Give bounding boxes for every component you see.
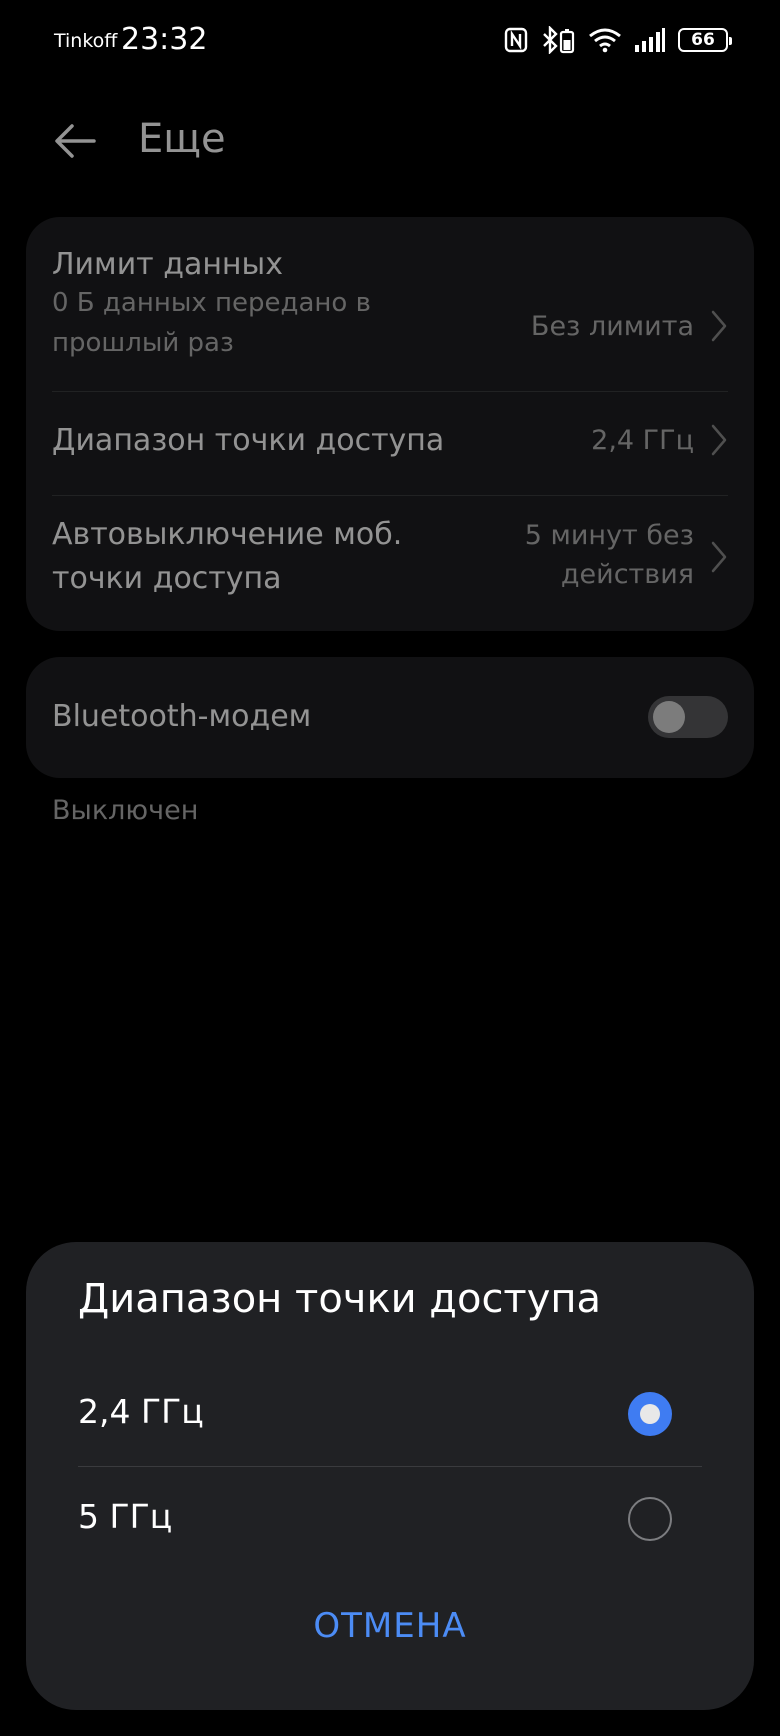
data-limit-title: Лимит данных bbox=[52, 247, 283, 282]
option-2-4ghz[interactable]: 2,4 ГГц bbox=[78, 1362, 702, 1466]
toggle-knob bbox=[653, 701, 685, 733]
auto-off-value-line2: действия bbox=[560, 559, 694, 590]
data-limit-row[interactable]: Лимит данных 0 Б данных передано в прошл… bbox=[52, 243, 728, 367]
status-bar: Tinkoff 23:32 66 bbox=[0, 0, 780, 80]
chevron-right-icon bbox=[711, 424, 727, 456]
option-label: 5 ГГц bbox=[78, 1497, 173, 1536]
cancel-button[interactable]: ОТМЕНА bbox=[26, 1606, 754, 1646]
carrier-name: Tinkoff bbox=[54, 30, 118, 52]
dialog-title: Диапазон точки доступа bbox=[78, 1276, 602, 1322]
app-bar: Еще bbox=[0, 100, 780, 180]
bluetooth-modem-title: Bluetooth-модем bbox=[52, 699, 312, 734]
data-limit-value: Без лимита bbox=[530, 311, 694, 342]
data-limit-subtitle-line1: 0 Б данных передано в bbox=[52, 288, 371, 318]
bluetooth-battery-icon bbox=[543, 26, 575, 54]
wifi-icon bbox=[589, 28, 621, 53]
auto-off-row[interactable]: Автовыключение моб. точки доступа 5 мину… bbox=[52, 497, 728, 623]
auto-off-title-line2: точки доступа bbox=[52, 561, 282, 596]
radio-unselected[interactable] bbox=[628, 1497, 672, 1541]
option-label: 2,4 ГГц bbox=[78, 1392, 204, 1431]
battery-level: 66 bbox=[691, 30, 715, 50]
ap-band-title: Диапазон точки доступа bbox=[52, 423, 445, 458]
band-selection-dialog: Диапазон точки доступа 2,4 ГГц 5 ГГц ОТМ… bbox=[26, 1242, 754, 1710]
divider bbox=[52, 391, 728, 392]
nfc-icon bbox=[504, 27, 528, 53]
bluetooth-modem-row[interactable]: Bluetooth-модем bbox=[52, 657, 728, 778]
bluetooth-modem-status: Выключен bbox=[52, 795, 199, 826]
chevron-right-icon bbox=[711, 310, 727, 342]
status-icons: 66 bbox=[504, 26, 732, 54]
clock: 23:32 bbox=[121, 22, 208, 57]
signal-icon bbox=[635, 28, 665, 52]
divider bbox=[52, 495, 728, 496]
data-limit-subtitle-line2: прошлый раз bbox=[52, 328, 234, 358]
ap-band-row[interactable]: Диапазон точки доступа 2,4 ГГц bbox=[52, 393, 728, 489]
auto-off-value-line1: 5 минут без bbox=[524, 520, 694, 551]
back-arrow-icon[interactable] bbox=[50, 116, 100, 166]
bluetooth-modem-toggle[interactable] bbox=[648, 696, 728, 738]
ap-band-value: 2,4 ГГц bbox=[591, 425, 694, 456]
page-title: Еще bbox=[138, 116, 226, 162]
option-5ghz[interactable]: 5 ГГц bbox=[78, 1467, 702, 1571]
chevron-right-icon bbox=[711, 541, 727, 573]
bluetooth-modem-card: Bluetooth-модем bbox=[26, 657, 754, 778]
auto-off-title-line1: Автовыключение моб. bbox=[52, 517, 403, 552]
hotspot-settings-card: Лимит данных 0 Б данных передано в прошл… bbox=[26, 217, 754, 631]
battery-icon: 66 bbox=[678, 28, 732, 52]
radio-selected[interactable] bbox=[628, 1392, 672, 1436]
